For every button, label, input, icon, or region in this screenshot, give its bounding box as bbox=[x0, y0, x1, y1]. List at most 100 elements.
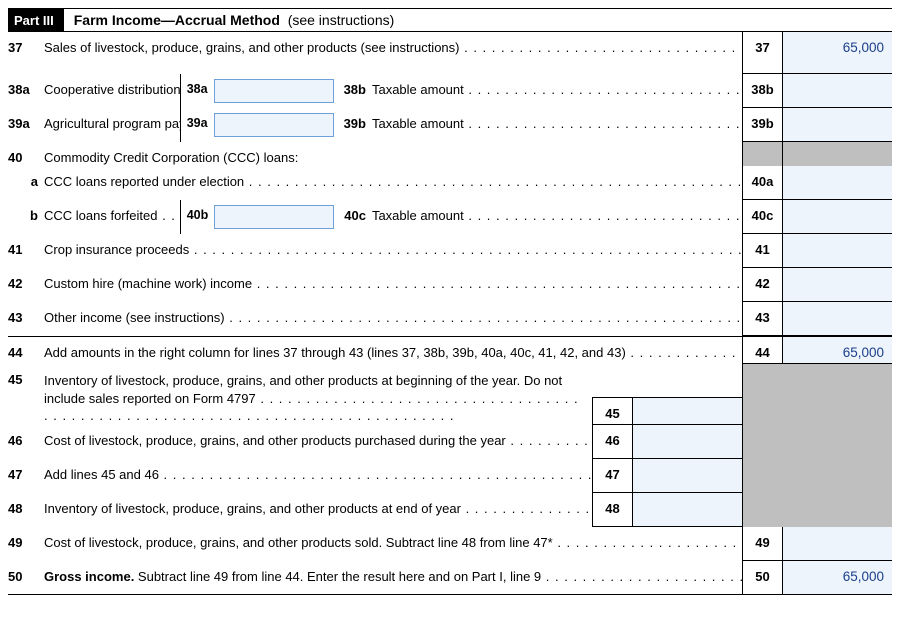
line-38b-num: 38b bbox=[340, 74, 372, 108]
line-42: 42 Custom hire (machine work) income 42 bbox=[8, 268, 892, 302]
form-part-iii: Part III Farm Income—Accrual Method (see… bbox=[8, 8, 892, 595]
line-45-box-label: 45 bbox=[592, 397, 632, 425]
line-48-text: Inventory of livestock, produce, grains,… bbox=[44, 493, 592, 527]
line-37-text: Sales of livestock, produce, grains, and… bbox=[44, 32, 742, 74]
line-43-box-label: 43 bbox=[742, 302, 782, 336]
line-38a-num: 38a bbox=[8, 74, 44, 108]
line-50-rest: Subtract line 49 from line 44. Enter the… bbox=[134, 569, 541, 584]
line-40b-text: CCC loans forfeited bbox=[44, 200, 180, 234]
line-50-value[interactable]: 65,000 bbox=[782, 561, 892, 594]
line-39a-text: Agricultural program payments bbox=[44, 108, 180, 142]
line-46-text: Cost of livestock, produce, grains, and … bbox=[44, 425, 592, 459]
line-40b-mini-label: 40b bbox=[180, 200, 215, 234]
line-39a-num: 39a bbox=[8, 108, 44, 142]
line-49-text: Cost of livestock, produce, grains, and … bbox=[44, 527, 742, 561]
line-39b-value[interactable] bbox=[782, 108, 892, 142]
line-48-value[interactable] bbox=[632, 493, 742, 527]
line-38a: 38a Cooperative distributions (Form(s) 1… bbox=[8, 74, 892, 108]
line-49: 49 Cost of livestock, produce, grains, a… bbox=[8, 527, 892, 561]
line-39a-mini-label: 39a bbox=[180, 108, 214, 142]
line-44-text: Add amounts in the right column for line… bbox=[44, 337, 742, 364]
line-43-num: 43 bbox=[8, 302, 44, 336]
line-50: 50 Gross income. Subtract line 49 from l… bbox=[8, 561, 892, 595]
line-40c-value[interactable] bbox=[782, 200, 892, 234]
line-41-text: Crop insurance proceeds bbox=[44, 234, 742, 268]
line-45-shade bbox=[742, 364, 892, 425]
line-38a-text: Cooperative distributions (Form(s) 1099-… bbox=[44, 74, 180, 108]
line-49-value[interactable] bbox=[782, 527, 892, 561]
part-title: Farm Income—Accrual Method (see instruct… bbox=[64, 12, 395, 28]
line-40-text: Commodity Credit Corporation (CCC) loans… bbox=[44, 142, 742, 166]
line-40c-num: 40c bbox=[340, 200, 372, 234]
line-39b-text: Taxable amount bbox=[372, 108, 742, 142]
line-40a-text: CCC loans reported under election bbox=[44, 166, 742, 200]
line-38b-text: Taxable amount bbox=[372, 74, 742, 108]
part-tag: Part III bbox=[8, 9, 64, 31]
line-44-box-label: 44 bbox=[742, 337, 782, 364]
line-47-text: Add lines 45 and 46 bbox=[44, 459, 592, 493]
line-38a-mini-label: 38a bbox=[180, 74, 214, 108]
line-46-num: 46 bbox=[8, 425, 44, 459]
line-38a-input[interactable] bbox=[214, 79, 334, 103]
line-42-value[interactable] bbox=[782, 268, 892, 302]
line-39b-box-label: 39b bbox=[742, 108, 782, 142]
line-40a-value[interactable] bbox=[782, 166, 892, 200]
line-47-box-label: 47 bbox=[592, 459, 632, 493]
line-40b: b CCC loans forfeited 40b 40c Taxable am… bbox=[8, 200, 892, 234]
line-41-box-label: 41 bbox=[742, 234, 782, 268]
line-46-shade bbox=[742, 425, 892, 459]
line-38b-value[interactable] bbox=[782, 74, 892, 108]
line-42-text: Custom hire (machine work) income bbox=[44, 268, 742, 302]
line-46-value[interactable] bbox=[632, 425, 742, 459]
line-42-num: 42 bbox=[8, 268, 44, 302]
line-49-box-label: 49 bbox=[742, 527, 782, 561]
line-50-text: Gross income. Subtract line 49 from line… bbox=[44, 561, 742, 594]
line-45: 45 Inventory of livestock, produce, grai… bbox=[8, 364, 892, 425]
line-48-shade bbox=[742, 493, 892, 527]
line-37: 37 Sales of livestock, produce, grains, … bbox=[8, 32, 892, 74]
line-45-value[interactable] bbox=[632, 397, 742, 425]
line-48-box-label: 48 bbox=[592, 493, 632, 527]
line-48: 48 Inventory of livestock, produce, grai… bbox=[8, 493, 892, 527]
line-40a: a CCC loans reported under election 40a bbox=[8, 166, 892, 200]
line-42-box-label: 42 bbox=[742, 268, 782, 302]
line-45-num: 45 bbox=[8, 364, 44, 425]
line-39a: 39a Agricultural program payments 39a 39… bbox=[8, 108, 892, 142]
line-44-num: 44 bbox=[8, 337, 44, 364]
part-header: Part III Farm Income—Accrual Method (see… bbox=[8, 8, 892, 32]
line-47-value[interactable] bbox=[632, 459, 742, 493]
line-37-num: 37 bbox=[8, 32, 44, 74]
line-44-value[interactable]: 65,000 bbox=[782, 337, 892, 364]
line-41: 41 Crop insurance proceeds 41 bbox=[8, 234, 892, 268]
line-43: 43 Other income (see instructions) 43 bbox=[8, 302, 892, 336]
line-39b-num: 39b bbox=[340, 108, 372, 142]
part-title-bold: Farm Income—Accrual Method bbox=[74, 12, 280, 28]
part-title-paren: (see instructions) bbox=[288, 12, 395, 28]
line-39a-input[interactable] bbox=[214, 113, 334, 137]
line-44: 44 Add amounts in the right column for l… bbox=[8, 336, 892, 364]
line-40b-input[interactable] bbox=[214, 205, 334, 229]
line-40a-box-label: 40a bbox=[742, 166, 782, 200]
line-46-box-label: 46 bbox=[592, 425, 632, 459]
line-37-box-label: 37 bbox=[742, 32, 782, 74]
line-40: 40 Commodity Credit Corporation (CCC) lo… bbox=[8, 142, 892, 166]
line-40c-box-label: 40c bbox=[742, 200, 782, 234]
line-41-num: 41 bbox=[8, 234, 44, 268]
line-41-value[interactable] bbox=[782, 234, 892, 268]
line-40-shade-label bbox=[742, 142, 782, 166]
line-50-num: 50 bbox=[8, 561, 44, 594]
line-37-value[interactable]: 65,000 bbox=[782, 32, 892, 74]
line-47-num: 47 bbox=[8, 459, 44, 493]
line-49-num: 49 bbox=[8, 527, 44, 561]
line-50-bold: Gross income. bbox=[44, 569, 134, 584]
line-50-box-label: 50 bbox=[742, 561, 782, 594]
line-48-num: 48 bbox=[8, 493, 44, 527]
line-40-num: 40 bbox=[8, 142, 44, 166]
line-40a-num: a bbox=[8, 166, 44, 200]
line-43-value[interactable] bbox=[782, 302, 892, 336]
line-47: 47 Add lines 45 and 46 47 bbox=[8, 459, 892, 493]
line-50-dots bbox=[541, 569, 742, 584]
line-45-text: Inventory of livestock, produce, grains,… bbox=[44, 364, 592, 425]
line-43-text: Other income (see instructions) bbox=[44, 302, 742, 336]
line-40c-text: Taxable amount bbox=[372, 200, 742, 234]
